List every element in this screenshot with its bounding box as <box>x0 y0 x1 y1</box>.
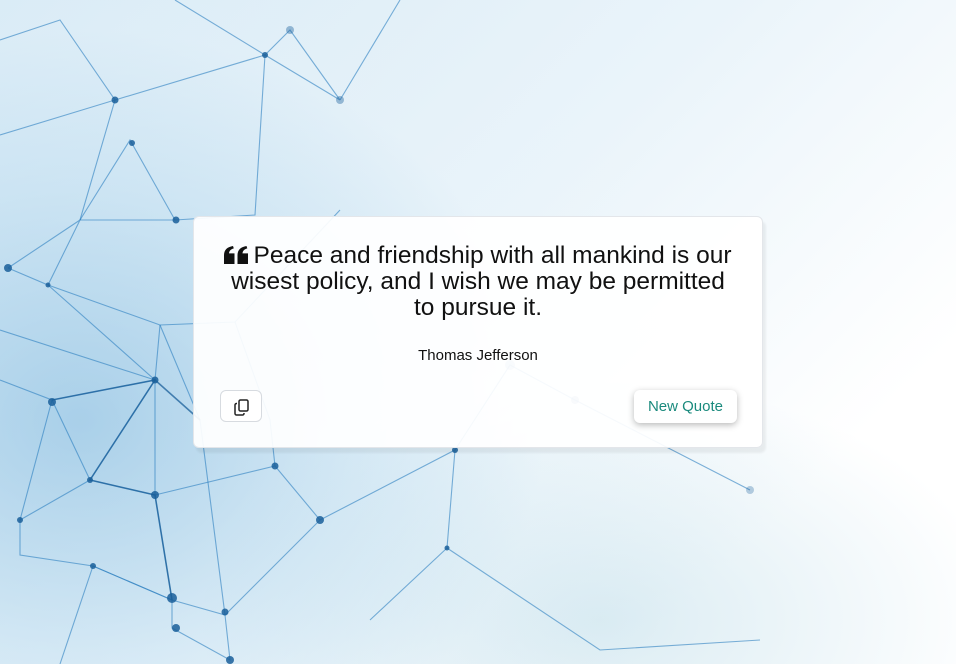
quote-author: Thomas Jefferson <box>418 347 538 364</box>
copy-icon <box>234 399 249 416</box>
quote-text: Peace and friendship with all mankind is… <box>231 242 732 321</box>
quote-card: Peace and friendship with all mankind is… <box>193 216 763 448</box>
quote-block: Peace and friendship with all mankind is… <box>224 243 732 321</box>
copy-button[interactable] <box>220 390 262 422</box>
quote-left-icon <box>224 246 249 264</box>
new-quote-button[interactable]: New Quote <box>634 390 737 423</box>
